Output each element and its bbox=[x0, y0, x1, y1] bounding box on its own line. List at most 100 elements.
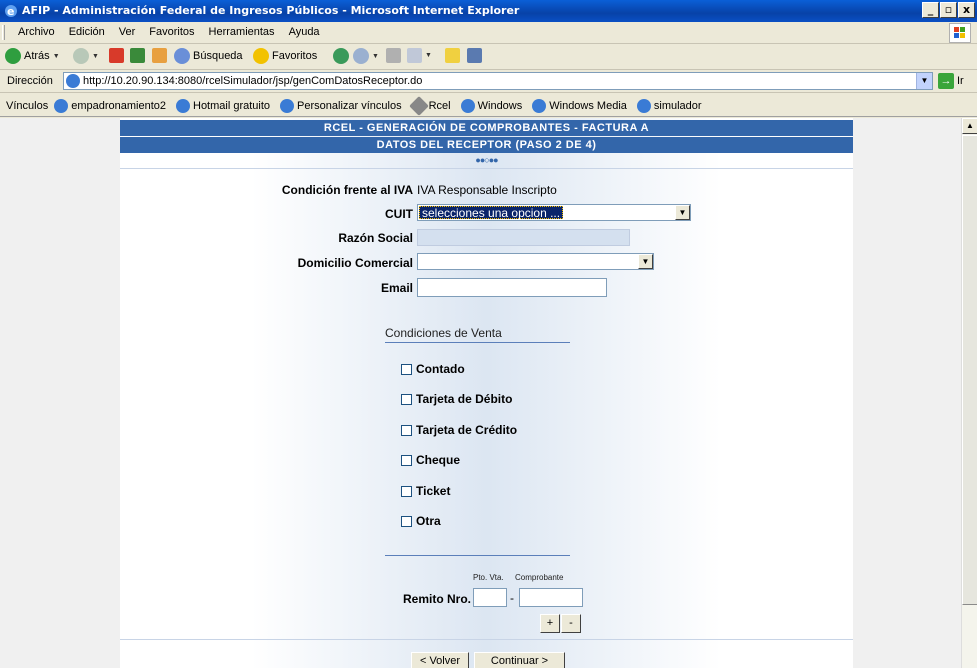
title-bar: e AFIP - Administración Federal de Ingre… bbox=[0, 0, 977, 22]
maximize-button[interactable]: ▫ bbox=[940, 2, 957, 18]
stop-icon bbox=[109, 48, 124, 63]
ie-app-icon: e bbox=[3, 3, 19, 19]
condition-label: Tarjeta de Crédito bbox=[416, 423, 518, 437]
pto-vta-field[interactable] bbox=[473, 588, 507, 607]
menu-archivo[interactable]: Archivo bbox=[11, 26, 62, 38]
page-content: RCEL - GENERACIÓN DE COMPROBANTES - FACT… bbox=[0, 118, 961, 668]
edit-button[interactable]: ▼ bbox=[407, 48, 432, 63]
link-simulador[interactable]: simulador bbox=[636, 99, 702, 113]
divider bbox=[120, 168, 853, 169]
mail-button[interactable]: ▼ bbox=[353, 48, 379, 64]
vertical-scrollbar[interactable]: ▲ bbox=[961, 118, 977, 668]
back-label: Atrás bbox=[24, 50, 50, 62]
step-indicator: ●●○●● bbox=[475, 155, 498, 165]
conditions-title: Condiciones de Venta bbox=[385, 326, 502, 340]
link-hotmail[interactable]: Hotmail gratuito bbox=[176, 99, 270, 113]
ie-page-icon bbox=[532, 99, 547, 113]
history-button[interactable] bbox=[333, 48, 349, 64]
condition-label: Cheque bbox=[416, 453, 461, 467]
email-field[interactable] bbox=[417, 278, 607, 297]
ie-page-icon bbox=[176, 99, 190, 113]
condition-otra[interactable]: Otra bbox=[401, 514, 441, 528]
iva-value: IVA Responsable Inscripto bbox=[417, 183, 557, 197]
condition-contado[interactable]: Contado bbox=[401, 362, 465, 376]
svg-text:e: e bbox=[7, 5, 14, 18]
print-button[interactable] bbox=[386, 48, 401, 63]
checkbox[interactable] bbox=[401, 393, 412, 405]
address-url[interactable]: http://10.20.90.134:8080/rcelSimulador/j… bbox=[83, 75, 422, 87]
link-label: Hotmail gratuito bbox=[193, 100, 271, 112]
messenger-button[interactable] bbox=[467, 48, 482, 63]
minimize-button[interactable]: _ bbox=[922, 2, 939, 18]
add-remito-button[interactable]: + bbox=[540, 614, 560, 633]
checkbox[interactable] bbox=[401, 454, 412, 466]
scroll-up-button[interactable]: ▲ bbox=[962, 118, 977, 134]
link-rcel[interactable]: Rcel bbox=[408, 96, 451, 116]
comprobante-field[interactable] bbox=[519, 588, 583, 607]
search-button[interactable]: Búsqueda bbox=[174, 48, 243, 64]
ie-page-icon bbox=[280, 99, 295, 113]
link-windows-media[interactable]: Windows Media bbox=[532, 99, 627, 113]
chevron-down-icon: ▼ bbox=[425, 52, 432, 59]
chevron-down-icon: ▼ bbox=[372, 52, 379, 60]
pto-vta-label: Pto. Vta. bbox=[473, 573, 504, 582]
menu-herramientas[interactable]: Herramientas bbox=[202, 26, 282, 38]
condition-label: Contado bbox=[416, 362, 465, 376]
ie-page-icon bbox=[460, 99, 475, 113]
remove-remito-button[interactable]: - bbox=[561, 614, 581, 633]
address-dropdown-button[interactable]: ▼ bbox=[916, 73, 932, 89]
checkbox[interactable] bbox=[401, 363, 412, 375]
history-icon bbox=[333, 48, 349, 64]
page-icon bbox=[66, 74, 80, 88]
condition-cheque[interactable]: Cheque bbox=[401, 453, 460, 467]
chevron-down-icon: ▼ bbox=[92, 52, 99, 60]
back-button[interactable]: Atrás ▼ bbox=[5, 48, 60, 64]
cuit-selected-value: selecciones una opcion ... bbox=[419, 206, 564, 220]
iva-label: Condición frente al IVA bbox=[281, 183, 413, 197]
checkbox[interactable] bbox=[401, 424, 412, 436]
checkbox[interactable] bbox=[401, 485, 412, 497]
go-label: Ir bbox=[957, 75, 964, 87]
menu-ver[interactable]: Ver bbox=[112, 26, 143, 38]
search-icon bbox=[174, 48, 190, 64]
home-button[interactable] bbox=[152, 48, 167, 63]
link-label: simulador bbox=[653, 100, 702, 112]
refresh-button[interactable] bbox=[130, 48, 145, 63]
condition-label: Ticket bbox=[416, 484, 451, 498]
forward-button[interactable]: ▼ bbox=[73, 48, 99, 64]
menu-favoritos[interactable]: Favoritos bbox=[142, 26, 201, 38]
menu-ayuda[interactable]: Ayuda bbox=[282, 26, 327, 38]
chevron-down-icon[interactable]: ▼ bbox=[638, 254, 653, 269]
razon-social-field bbox=[417, 229, 630, 246]
folder-button[interactable] bbox=[445, 48, 460, 63]
favorites-button[interactable]: Favoritos bbox=[253, 48, 317, 64]
condition-tarjeta-debito[interactable]: Tarjeta de Débito bbox=[401, 392, 512, 406]
home-icon bbox=[152, 48, 167, 63]
stop-button[interactable] bbox=[109, 48, 124, 63]
address-input[interactable]: http://10.20.90.134:8080/rcelSimulador/j… bbox=[63, 72, 933, 90]
windows-logo-icon bbox=[949, 23, 971, 43]
continue-button[interactable]: Continuar > bbox=[474, 652, 565, 668]
link-empadronamiento2[interactable]: empadronamiento2 bbox=[54, 99, 166, 113]
razon-social-label: Razón Social bbox=[338, 231, 413, 245]
condition-ticket[interactable]: Ticket bbox=[401, 484, 450, 498]
link-personalizar[interactable]: Personalizar vínculos bbox=[280, 99, 402, 113]
link-windows[interactable]: Windows bbox=[460, 99, 523, 113]
window-title: AFIP - Administración Federal de Ingreso… bbox=[22, 4, 520, 17]
chevron-down-icon: ▼ bbox=[52, 52, 60, 60]
condition-tarjeta-credito[interactable]: Tarjeta de Crédito bbox=[401, 423, 517, 437]
back-page-button[interactable]: < Volver bbox=[411, 652, 469, 668]
cuit-select[interactable]: selecciones una opcion ... ▼ bbox=[417, 204, 691, 221]
link-label: Windows bbox=[477, 100, 523, 112]
go-button[interactable]: → Ir bbox=[938, 73, 964, 89]
menu-edicion[interactable]: Edición bbox=[62, 26, 112, 38]
domicilio-select[interactable]: ▼ bbox=[417, 253, 654, 270]
checkbox[interactable] bbox=[401, 515, 412, 527]
scroll-thumb[interactable] bbox=[962, 135, 977, 605]
section-divider bbox=[385, 555, 570, 556]
chevron-down-icon[interactable]: ▼ bbox=[675, 205, 690, 220]
close-button[interactable]: x bbox=[958, 2, 975, 18]
standard-toolbar: Atrás ▼ ▼ Búsqueda Favoritos ▼ ▼ bbox=[0, 44, 977, 70]
back-arrow-icon bbox=[5, 48, 21, 64]
condition-label: Tarjeta de Débito bbox=[416, 392, 513, 406]
